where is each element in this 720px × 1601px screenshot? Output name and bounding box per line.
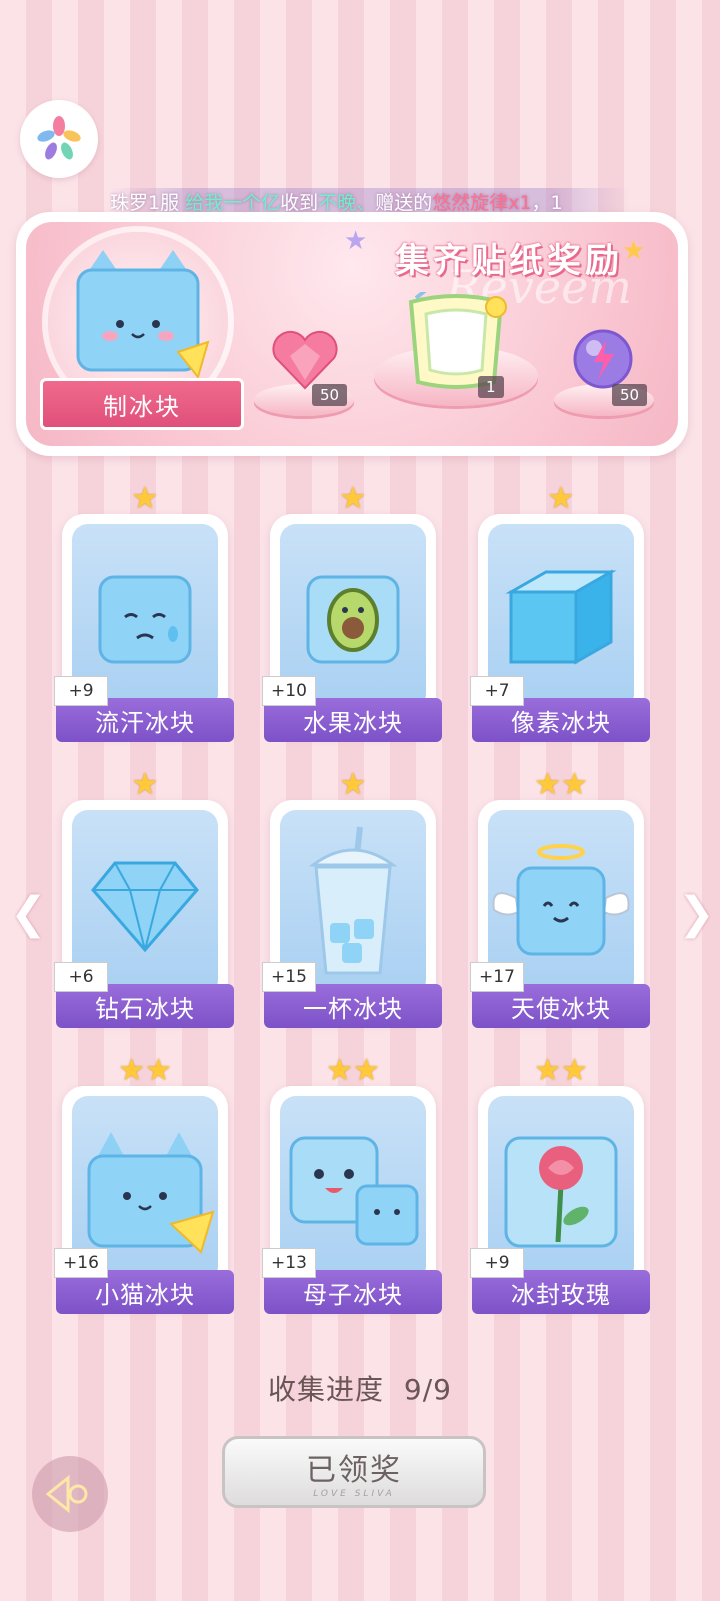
star-rating: ★★ xyxy=(534,767,588,802)
sticker-card-cup-ice[interactable]: ★ 一杯冰块 +15 xyxy=(262,770,442,1028)
sticker-card-sweating-ice[interactable]: ★ 流汗冰块 +9 xyxy=(54,484,234,742)
claimed-button-label: 已领奖 xyxy=(306,1453,402,1488)
sticker-card-mother-child-ice[interactable]: ★★ 母子冰块 +13 xyxy=(262,1056,442,1314)
chevron-right-icon[interactable]: ❯ xyxy=(678,888,715,939)
progress-label: 收集进度 xyxy=(268,1373,385,1406)
heart-gem-icon xyxy=(272,330,338,390)
banner-title: 集齐贴纸奖励 xyxy=(395,240,623,281)
main-prize-label: 制冰块 xyxy=(40,378,244,430)
star-rating: ★★ xyxy=(534,1053,588,1088)
ticker-received: 收到 xyxy=(280,192,319,214)
ticker-sender: 给我一个亿 xyxy=(185,192,281,214)
ticker-tail: ，1 xyxy=(531,192,563,214)
pinwheel-logo-icon xyxy=(37,116,81,160)
sticker-bonus-badge: +6 xyxy=(54,962,108,992)
claimed-button[interactable]: 已领奖 LOVE SLIVA xyxy=(222,1436,486,1508)
sticker-bonus-badge: +7 xyxy=(470,676,524,706)
sticker-card-frozen-rose[interactable]: ★★ 冰封玫瑰 +9 xyxy=(470,1056,650,1314)
reward-quantity: 50 xyxy=(312,384,348,406)
ticker-gifted: 赠送的 xyxy=(375,192,433,214)
star-rating: ★ xyxy=(131,481,159,516)
sticker-card-cat-ice[interactable]: ★★ 小猫冰块 +16 xyxy=(54,1056,234,1314)
sticker-bonus-badge: +9 xyxy=(470,1248,524,1278)
avocado-ice-cube-icon xyxy=(306,575,400,664)
sticker-bonus-badge: +13 xyxy=(262,1248,316,1278)
claimed-button-subtitle: LOVE SLIVA xyxy=(313,1489,395,1499)
sticker-card-fruit-ice[interactable]: ★ 水果冰块 +10 xyxy=(262,484,442,742)
chevron-left-icon[interactable]: ❮ xyxy=(10,888,47,939)
star-rating: ★ xyxy=(547,481,575,516)
sticker-bonus-badge: +15 xyxy=(262,962,316,992)
sticker-card-angel-ice[interactable]: ★★ 天使冰块 +17 xyxy=(470,770,650,1028)
star-icon: ★ xyxy=(344,226,368,256)
sweating-ice-cube-icon xyxy=(98,575,192,664)
pixel-ice-cube-icon xyxy=(505,569,617,665)
diamond-ice-icon xyxy=(91,861,199,953)
angel-ice-cube-icon xyxy=(492,844,630,956)
star-rating: ★★ xyxy=(118,1053,172,1088)
star-rating: ★ xyxy=(339,481,367,516)
reward-quantity: 1 xyxy=(478,376,504,398)
sticker-bonus-badge: +17 xyxy=(470,962,524,992)
cup-of-ice-icon xyxy=(308,826,398,975)
star-rating: ★ xyxy=(131,767,159,802)
sticker-bonus-badge: +9 xyxy=(54,676,108,706)
ticker-recipient: 不晚、 xyxy=(318,192,376,214)
sticker-bonus-badge: +16 xyxy=(54,1248,108,1278)
cat-ice-cube-icon xyxy=(87,1132,215,1254)
ticker-gift: 悠然旋律x1 xyxy=(432,192,532,214)
mother-child-ice-cube-icon xyxy=(289,1136,419,1246)
star-rating: ★★ xyxy=(326,1053,380,1088)
collection-progress: 收集进度 9/9 xyxy=(0,1368,720,1408)
back-button[interactable] xyxy=(32,1456,108,1532)
app-logo-button[interactable] xyxy=(20,100,98,178)
sticker-bonus-badge: +10 xyxy=(262,676,316,706)
star-icon: ★ xyxy=(622,236,646,266)
sticker-card-diamond-ice[interactable]: ★ 钻石冰块 +6 xyxy=(54,770,234,1028)
star-rating: ★ xyxy=(339,767,367,802)
back-arrow-icon xyxy=(45,1474,88,1514)
ticker-server: 珠罗1服 xyxy=(110,192,186,214)
progress-value: 9/9 xyxy=(403,1373,452,1406)
reward-quantity: 50 xyxy=(612,384,648,406)
frozen-rose-icon xyxy=(504,1136,618,1248)
sticker-card-pixel-ice[interactable]: ★ 像素冰块 +7 xyxy=(470,484,650,742)
lightning-orb-icon xyxy=(573,329,633,389)
